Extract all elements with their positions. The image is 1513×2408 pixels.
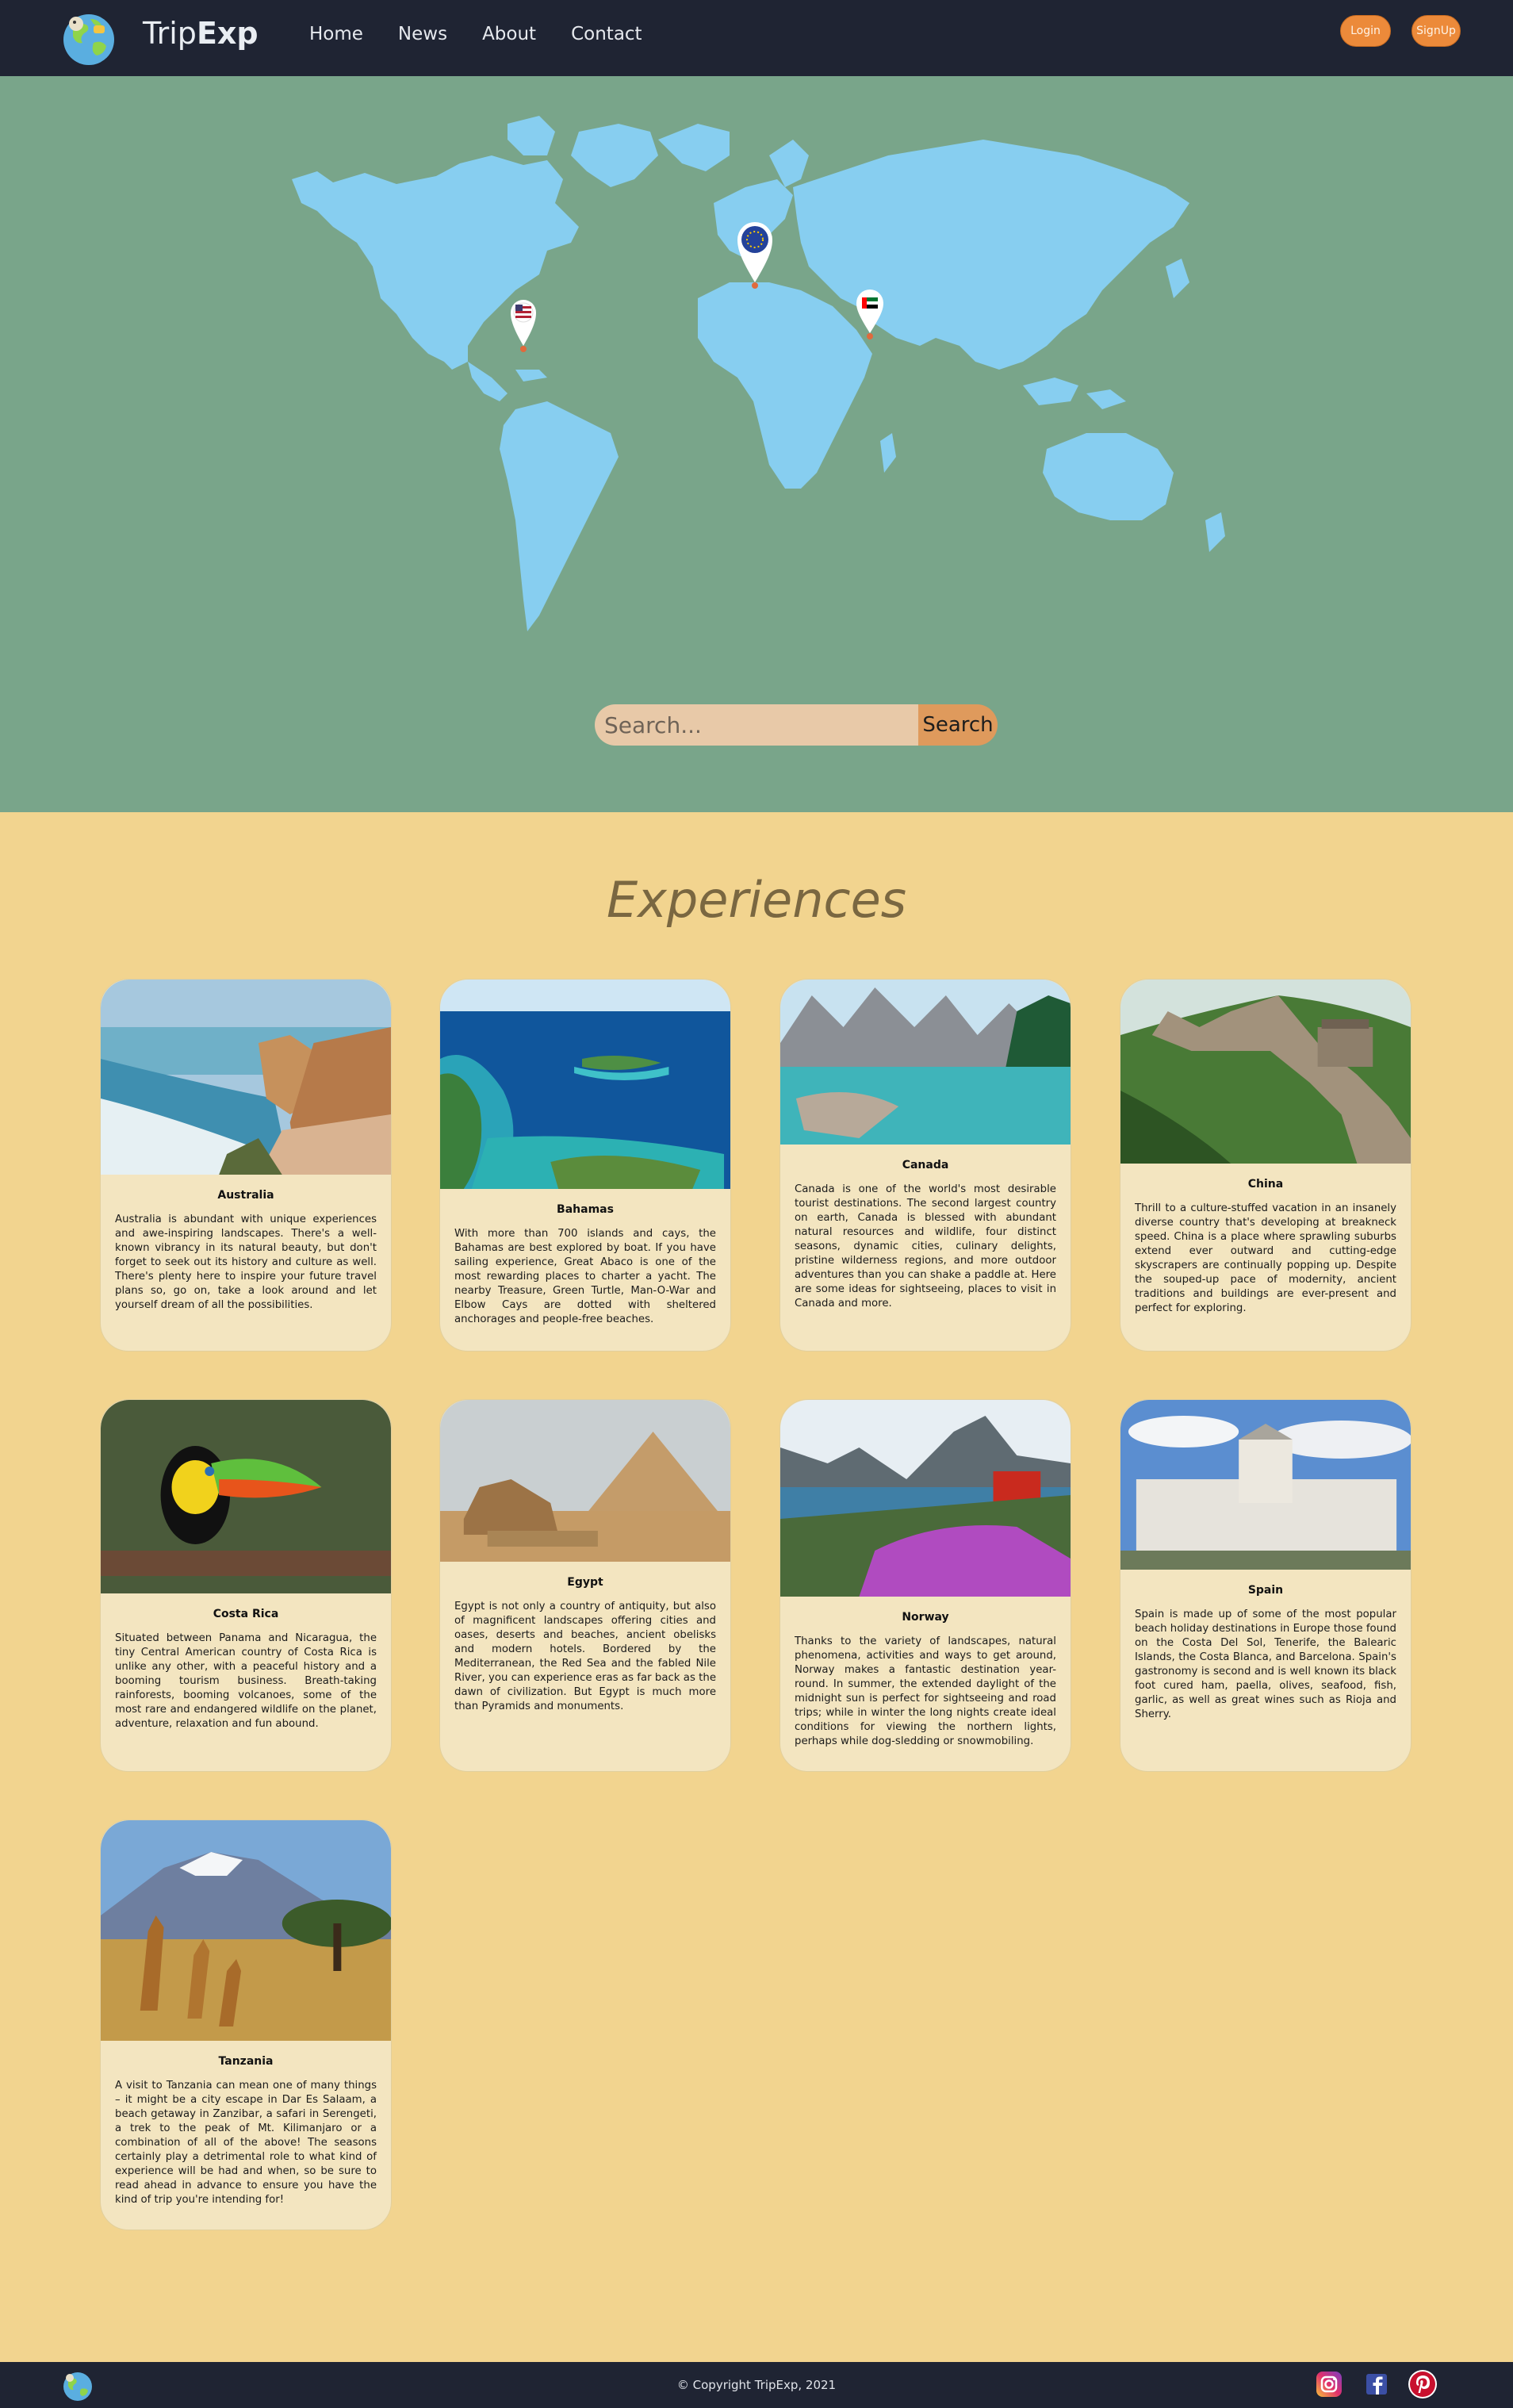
card-title: Egypt — [567, 1576, 603, 1589]
instagram-icon[interactable] — [1315, 2370, 1343, 2398]
card-text: Australia is abundant with unique experi… — [115, 1214, 377, 1311]
nav-link-about[interactable]: About — [482, 24, 536, 44]
australia-image — [101, 980, 391, 1175]
brand-name[interactable]: TripExp — [143, 16, 259, 51]
card-text: With more than 700 islands and cays, the… — [454, 1228, 716, 1325]
nav-links: Home News About Contact — [309, 24, 642, 44]
tanzania-image — [101, 1820, 391, 2041]
hero-section: Search — [0, 76, 1513, 812]
norway-image — [780, 1400, 1071, 1597]
bahamas-image — [440, 980, 730, 1189]
nav-link-home[interactable]: Home — [309, 24, 363, 44]
card-title: Tanzania — [218, 2055, 274, 2068]
nav-link-contact[interactable]: Contact — [571, 24, 642, 44]
experiences-title: Experiences — [606, 871, 907, 929]
card-costa-rica[interactable]: Costa Rica Situated between Panama and N… — [100, 1399, 392, 1772]
card-title: China — [1247, 1178, 1284, 1191]
nav-link-news[interactable]: News — [398, 24, 447, 44]
card-text: Canada is one of the world's most desira… — [795, 1183, 1056, 1309]
card-text: Egypt is not only a country of antiquity… — [454, 1601, 716, 1712]
search-bar: Search — [595, 704, 998, 746]
card-text: A visit to Tanzania can mean one of many… — [115, 2080, 377, 2206]
facebook-icon[interactable] — [1362, 2370, 1391, 2398]
card-title: Canada — [902, 1159, 949, 1171]
card-norway[interactable]: Norway Thanks to the variety of landscap… — [779, 1399, 1071, 1772]
card-tanzania[interactable]: Tanzania A visit to Tanzania can mean on… — [100, 1819, 392, 2230]
uae-pin[interactable] — [856, 289, 883, 339]
card-bahamas[interactable]: Bahamas With more than 700 islands and c… — [439, 979, 731, 1352]
tripexp-logo[interactable] — [59, 8, 119, 68]
footer: © Copyright TripExp, 2021 — [0, 2362, 1513, 2408]
costa-rica-image — [101, 1400, 391, 1593]
card-text: Thanks to the variety of landscapes, nat… — [795, 1635, 1056, 1747]
brand-light: Trip — [143, 16, 197, 51]
card-title: Costa Rica — [213, 1608, 279, 1620]
card-china[interactable]: China Thrill to a culture-stuffed vacati… — [1120, 979, 1411, 1352]
card-spain[interactable]: Spain Spain is made up of some of the mo… — [1120, 1399, 1411, 1772]
world-map — [292, 116, 1225, 631]
us-pin[interactable] — [511, 300, 536, 352]
card-text: Situated between Panama and Nicaragua, t… — [115, 1632, 377, 1730]
china-image — [1120, 980, 1411, 1164]
card-title: Norway — [902, 1611, 949, 1624]
search-button[interactable]: Search — [918, 704, 998, 746]
pinterest-icon[interactable] — [1407, 2368, 1438, 2400]
card-title: Australia — [217, 1189, 274, 1202]
eu-pin[interactable] — [737, 222, 772, 289]
brand-bold: Exp — [196, 16, 259, 51]
card-text: Thrill to a culture-stuffed vacation in … — [1135, 1202, 1396, 1314]
top-navbar: TripExp Home News About Contact Login Si… — [0, 0, 1513, 76]
card-title: Spain — [1247, 1584, 1284, 1597]
copyright-text: © Copyright TripExp, 2021 — [676, 2378, 837, 2392]
canada-image — [780, 980, 1071, 1145]
egypt-image — [440, 1400, 730, 1562]
card-text: Spain is made up of some of the most pop… — [1135, 1609, 1396, 1720]
card-title: Bahamas — [557, 1203, 614, 1216]
login-button[interactable]: Login — [1340, 15, 1391, 47]
signup-button[interactable]: SignUp — [1411, 15, 1461, 47]
card-canada[interactable]: Canada Canada is one of the world's most… — [779, 979, 1071, 1352]
card-australia[interactable]: Australia Australia is abundant with uni… — [100, 979, 392, 1352]
card-egypt[interactable]: Egypt Egypt is not only a country of ant… — [439, 1399, 731, 1772]
search-input[interactable] — [595, 704, 918, 746]
spain-image — [1120, 1400, 1411, 1570]
